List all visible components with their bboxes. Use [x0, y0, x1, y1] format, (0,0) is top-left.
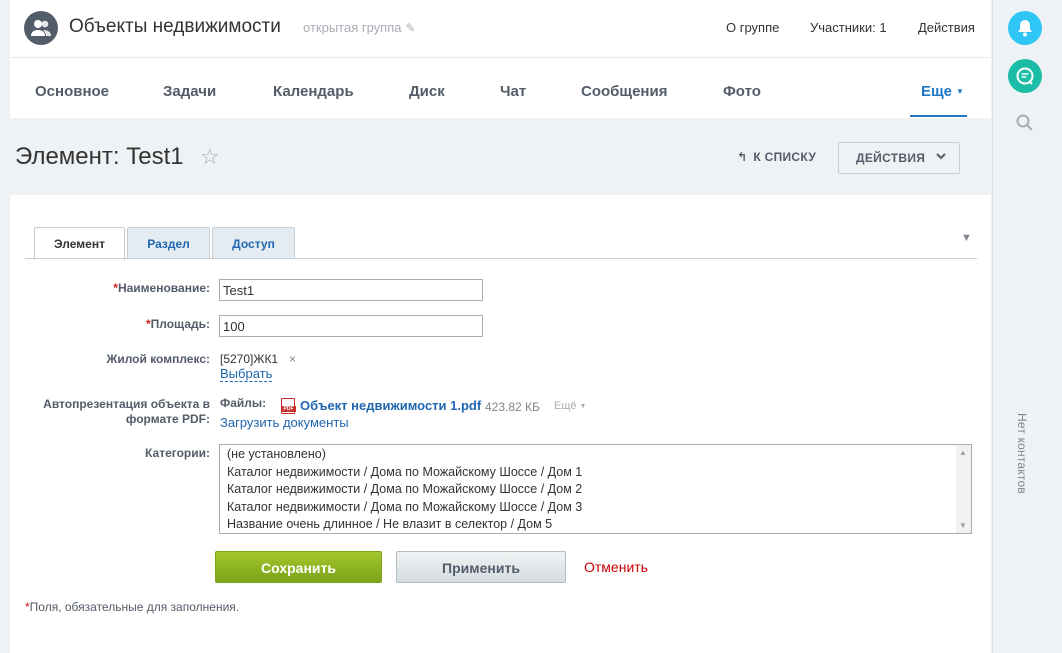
main-area: Объекты недвижимости открытая группа ✎ О …: [0, 0, 992, 653]
group-actions-link[interactable]: Действия: [918, 20, 975, 35]
files-label: Файлы:: [220, 396, 267, 410]
nav-item-messages[interactable]: Сообщения: [581, 83, 667, 100]
group-type: открытая группа ✎: [303, 20, 416, 35]
bell-icon[interactable]: [1008, 11, 1042, 45]
list-item[interactable]: Каталог недвижимости / Дома по Можайском…: [227, 482, 582, 496]
categories-listbox[interactable]: (не установлено) Каталог недвижимости / …: [219, 444, 972, 534]
right-sidebar: Нет контактов: [992, 0, 1062, 653]
tab-access[interactable]: Доступ: [212, 227, 295, 259]
tab-element[interactable]: Элемент: [34, 227, 125, 260]
pdf-icon-text: PDF: [281, 406, 296, 412]
nav-item-main[interactable]: Основное: [35, 83, 109, 100]
page-title: Элемент: Test1: [15, 143, 184, 170]
pdf-label-line1: Автопрезентация объекта в: [43, 397, 210, 411]
tabs-menu-arrow-icon[interactable]: ▼: [961, 232, 972, 244]
list-item[interactable]: Каталог недвижимости / Дома по Можайском…: [227, 500, 582, 514]
nav-item-chat[interactable]: Чат: [500, 83, 526, 100]
nav-item-more[interactable]: Еще ▼: [921, 83, 964, 100]
back-to-list-link[interactable]: ↰ К СПИСКУ: [737, 150, 816, 164]
group-avatar-icon[interactable]: [24, 11, 58, 45]
form-card: Элемент Раздел Доступ ▼ *Наименование: *…: [10, 195, 991, 653]
pdf-file-icon: PDF: [281, 398, 296, 414]
group-title[interactable]: Объекты недвижимости: [69, 16, 281, 38]
group-header-top: Объекты недвижимости открытая группа ✎ О …: [10, 0, 991, 58]
select-complex-link[interactable]: Выбрать: [220, 367, 273, 382]
no-contacts-label: Нет контактов: [1015, 413, 1029, 494]
about-group-link[interactable]: О группе: [726, 20, 779, 35]
file-more-button[interactable]: Ещё ▼: [554, 400, 586, 412]
name-input[interactable]: [219, 279, 483, 301]
remove-icon[interactable]: ×: [289, 352, 296, 366]
required-note-text: Поля, обязательные для заполнения.: [29, 600, 240, 614]
complex-value: [5270]ЖК1: [220, 352, 279, 366]
return-arrow-icon: ↰: [737, 150, 748, 164]
pdf-label: Автопрезентация объекта в формате PDF:: [43, 397, 210, 427]
scroll-up-icon[interactable]: ▲: [959, 448, 967, 457]
name-label: *Наименование:: [113, 281, 210, 296]
upload-documents-link[interactable]: Загрузить документы: [220, 415, 349, 430]
name-label-text: Наименование:: [117, 281, 210, 295]
nav-item-disk[interactable]: Диск: [409, 83, 445, 100]
group-type-label: открытая группа: [303, 20, 402, 35]
chevron-down-icon: [935, 150, 947, 165]
apply-button[interactable]: Применить: [396, 551, 566, 583]
file-link[interactable]: Объект недвижимости 1.pdf: [300, 398, 481, 413]
list-item[interactable]: Каталог недвижимости / Дома по Можайском…: [227, 465, 582, 479]
listbox-scrollbar[interactable]: ▲ ▼: [956, 445, 971, 533]
nav-item-photo[interactable]: Фото: [723, 83, 761, 100]
list-item[interactable]: (не установлено): [227, 447, 326, 461]
categories-label: Категории:: [145, 446, 210, 460]
area-input[interactable]: [219, 315, 483, 337]
save-button[interactable]: Сохранить: [215, 551, 382, 583]
star-icon[interactable]: ☆: [200, 144, 220, 170]
file-more-label: Ещё: [554, 400, 577, 412]
back-to-list-label: К СПИСКУ: [753, 150, 817, 164]
caret-down-icon: ▼: [579, 403, 587, 410]
scroll-down-icon[interactable]: ▼: [959, 521, 967, 530]
chat-icon[interactable]: [1008, 59, 1042, 93]
complex-label: Жилой комплекс:: [106, 352, 210, 366]
cancel-button[interactable]: Отменить: [584, 559, 648, 575]
list-item[interactable]: Название очень длинное / Не влазит в сел…: [227, 517, 552, 531]
nav-item-calendar[interactable]: Календарь: [273, 83, 354, 100]
pdf-label-line2: формате PDF:: [125, 412, 210, 426]
tabs-divider: [25, 258, 977, 259]
actions-button-label: ДЕЙСТВИЯ: [856, 151, 926, 165]
area-label: *Площадь:: [146, 317, 210, 332]
members-link[interactable]: Участники: 1: [810, 20, 887, 35]
required-note: *Поля, обязательные для заполнения.: [25, 600, 239, 614]
caret-down-icon: ▼: [956, 87, 964, 96]
nav-more-label: Еще: [921, 83, 953, 100]
pencil-icon[interactable]: ✎: [405, 21, 415, 35]
group-nav: Основное Задачи Календарь Диск Чат Сообщ…: [10, 59, 991, 118]
tab-section[interactable]: Раздел: [127, 227, 210, 259]
actions-button[interactable]: ДЕЙСТВИЯ: [838, 142, 960, 174]
search-icon[interactable]: [1012, 110, 1038, 136]
nav-item-tasks[interactable]: Задачи: [163, 83, 216, 100]
group-header: Объекты недвижимости открытая группа ✎ О …: [10, 0, 991, 118]
area-label-text: Площадь:: [150, 317, 210, 331]
nav-active-underline: [910, 115, 967, 117]
file-size: 423.82 КБ: [485, 400, 540, 414]
